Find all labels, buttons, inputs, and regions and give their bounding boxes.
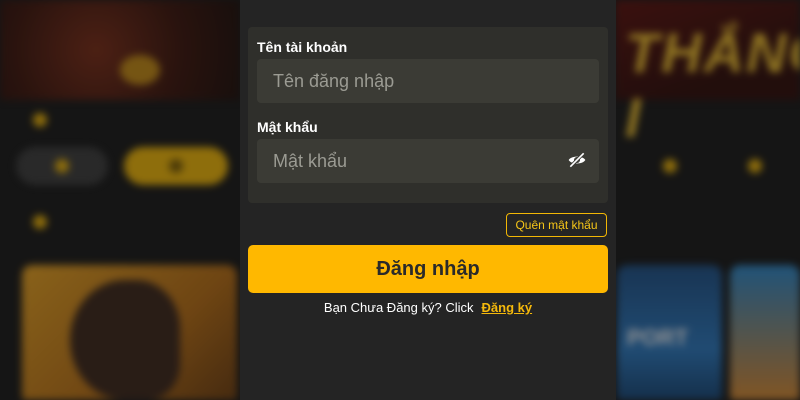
banner-left	[0, 0, 240, 100]
eye-slash-icon[interactable]	[567, 150, 587, 170]
banner-text: THẮNG I	[625, 21, 800, 149]
category-pill	[16, 147, 108, 185]
banner-coin	[120, 55, 160, 85]
login-button[interactable]: Đăng nhập	[248, 245, 608, 293]
category-pill	[715, 147, 795, 185]
category-icon	[169, 159, 183, 173]
username-label: Tên tài khoản	[257, 39, 348, 55]
card-text: PORT	[627, 325, 689, 350]
game-card	[730, 265, 800, 400]
login-modal: Tên tài khoản Mật khẩu Quên mật khẩu Đăn…	[240, 0, 616, 400]
password-label: Mật khẩu	[257, 119, 318, 135]
register-row: Bạn Chưa Đăng ký? Click Đăng ký	[240, 300, 616, 315]
category-pill	[630, 147, 710, 185]
category-pill-active	[124, 147, 228, 185]
register-prompt: Bạn Chưa Đăng ký? Click	[323, 300, 474, 315]
rooster-image	[70, 280, 180, 400]
forgot-password-button[interactable]: Quên mật khẩu	[506, 213, 607, 237]
star-icon	[33, 113, 47, 127]
password-input[interactable]	[257, 139, 599, 183]
category-icon	[55, 159, 69, 173]
login-form-panel: Tên tài khoản Mật khẩu	[248, 27, 608, 203]
category-icon	[748, 159, 762, 173]
star-icon	[33, 215, 47, 229]
register-link[interactable]: Đăng ký	[482, 300, 533, 315]
username-input[interactable]	[257, 59, 599, 103]
category-icon	[663, 159, 677, 173]
